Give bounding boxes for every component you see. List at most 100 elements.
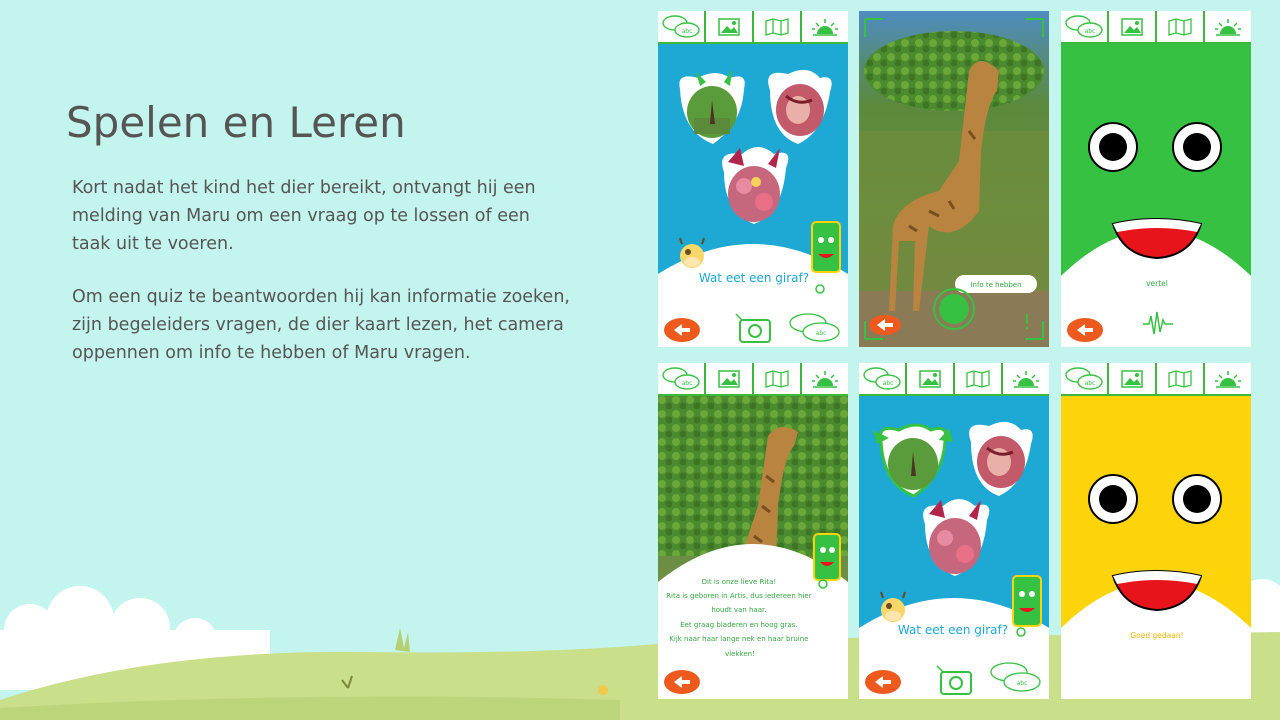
image-icon <box>1121 369 1143 388</box>
map-button[interactable] <box>752 363 800 396</box>
info-screen: Dit is onze lieve Rita! Rita is geboren … <box>658 396 848 699</box>
quiz-question: Wat eet een giraf? <box>699 271 809 285</box>
chat-button[interactable]: abc <box>859 363 905 396</box>
chat-button[interactable]: abc <box>658 11 704 44</box>
quiz-paragraph: Om een quiz te beantwoorden hij kan info… <box>72 287 570 363</box>
map-icon <box>966 369 990 388</box>
image-icon <box>718 17 740 36</box>
alert-icon: ! <box>1023 310 1031 334</box>
chat-bubble-text: abc <box>1085 28 1096 35</box>
shutter-button[interactable] <box>933 288 975 330</box>
chat-bubbles-icon: abc <box>662 14 700 38</box>
phone-success-screen: abc Goed gedaan! <box>1061 363 1251 699</box>
chat-bubble-text: abc <box>1017 680 1028 687</box>
answer-option-meat[interactable] <box>969 421 1033 496</box>
map-button[interactable] <box>953 363 1001 396</box>
back-button[interactable] <box>664 318 700 342</box>
answer-option-tree[interactable] <box>873 423 953 498</box>
giraffe-photo: Info te hebben ! <box>859 18 1049 347</box>
back-button[interactable] <box>664 670 700 694</box>
chat-bubbles-icon: abc <box>1065 366 1103 390</box>
flower-icon <box>598 685 608 695</box>
chat-button[interactable]: abc <box>658 363 704 396</box>
maru-face: vertel <box>1061 122 1251 347</box>
quiz-screen: Wat eet een giraf? abc <box>658 44 848 347</box>
answer-option-flowers[interactable] <box>923 499 990 576</box>
map-button[interactable] <box>1155 11 1203 44</box>
answer-option-flowers[interactable] <box>722 147 789 224</box>
phone-camera-screen: Info te hebben ! <box>859 11 1049 347</box>
chat-button[interactable]: abc <box>1061 363 1107 396</box>
map-icon <box>1168 17 1192 36</box>
map-button[interactable] <box>1155 363 1203 396</box>
info-line: Dit is onze lieve Rita! <box>702 578 777 586</box>
talk-screen: vertel <box>1061 44 1251 347</box>
info-line: Kijk naar haar lange nek en haar bruine <box>669 635 808 643</box>
toolbar: abc <box>859 363 1049 396</box>
phone-talk-screen: abc vertel <box>1061 11 1251 347</box>
back-button[interactable] <box>1067 318 1103 342</box>
chat-bubbles-icon: abc <box>1065 14 1103 38</box>
maru-button[interactable] <box>1203 363 1251 396</box>
toolbar: abc <box>1061 11 1251 44</box>
quiz-answer-art: Wat eet een giraf? abc <box>859 421 1049 699</box>
success-label: Goed gedaan! <box>1130 631 1183 640</box>
maru-button[interactable] <box>1203 11 1251 44</box>
phone-quiz-screen: abc Wat eet een giraf? abc <box>658 11 848 347</box>
sunrise-icon <box>1013 370 1039 388</box>
info-line: houdt van haar. <box>711 606 766 614</box>
quiz-question: Wat eet een giraf? <box>898 623 1008 637</box>
info-line: vlekken! <box>725 650 755 658</box>
phone-info-screen: abc Dit is onze lieve Rita! Rita is gebo… <box>658 363 848 699</box>
info-line: Rita is geboren in Artis, dus iedereen h… <box>666 592 812 600</box>
maru-button[interactable] <box>800 11 848 44</box>
answer-option-tree[interactable] <box>679 70 745 144</box>
chat-bubble-text: abc <box>1085 380 1096 387</box>
quiz-art: Wat eet een giraf? abc <box>658 69 848 347</box>
map-button[interactable] <box>752 11 800 44</box>
toolbar: abc <box>658 363 848 396</box>
maru-phone-mascot <box>1012 575 1042 637</box>
giraffe-mascot <box>679 237 705 268</box>
info-bubble: Info te hebben <box>955 275 1037 293</box>
gallery-button[interactable] <box>704 11 752 44</box>
chat-bubbles-icon: abc <box>863 366 901 390</box>
chat-bubble-text: abc <box>682 28 693 35</box>
gallery-button[interactable] <box>704 363 752 396</box>
chat-bubble-text: abc <box>883 380 894 387</box>
map-icon <box>765 369 789 388</box>
sunrise-icon <box>1215 18 1241 36</box>
maru-phone-mascot <box>813 533 841 589</box>
sunrise-icon <box>812 18 838 36</box>
info-line: Eet graag bladeren en hoog gras. <box>680 621 798 629</box>
toolbar: abc <box>658 11 848 44</box>
image-icon <box>718 369 740 388</box>
slide-title: Spelen en Leren <box>66 98 406 147</box>
success-screen: Goed gedaan! <box>1061 396 1251 699</box>
chat-button[interactable]: abc <box>1061 11 1107 44</box>
chat-bubble-text: abc <box>682 380 693 387</box>
back-button[interactable] <box>869 315 901 335</box>
sunrise-icon <box>1215 370 1241 388</box>
toolbar: abc <box>1061 363 1251 396</box>
chat-bubbles-icon: abc <box>662 366 700 390</box>
gallery-button[interactable] <box>1107 363 1155 396</box>
gallery-button[interactable] <box>905 363 953 396</box>
gallery-button[interactable] <box>1107 11 1155 44</box>
giraffe-info-art: Dit is onze lieve Rita! Rita is geboren … <box>658 396 848 699</box>
map-icon <box>765 17 789 36</box>
camera-prompt: Info te hebben <box>970 281 1021 289</box>
sunrise-icon <box>812 370 838 388</box>
camera-view: Info te hebben ! <box>859 11 1049 347</box>
maru-button[interactable] <box>800 363 848 396</box>
quiz-answer-screen: Wat eet een giraf? abc <box>859 396 1049 699</box>
phone-quiz-answer-screen: abc Wat eet een giraf? abc <box>859 363 1049 699</box>
answer-option-meat[interactable] <box>768 69 832 144</box>
maru-face: Goed gedaan! <box>1061 474 1251 699</box>
image-icon <box>1121 17 1143 36</box>
map-icon <box>1168 369 1192 388</box>
maru-button[interactable] <box>1001 363 1049 396</box>
back-button[interactable] <box>865 670 901 694</box>
image-icon <box>919 369 941 388</box>
giraffe-mascot <box>880 591 906 622</box>
